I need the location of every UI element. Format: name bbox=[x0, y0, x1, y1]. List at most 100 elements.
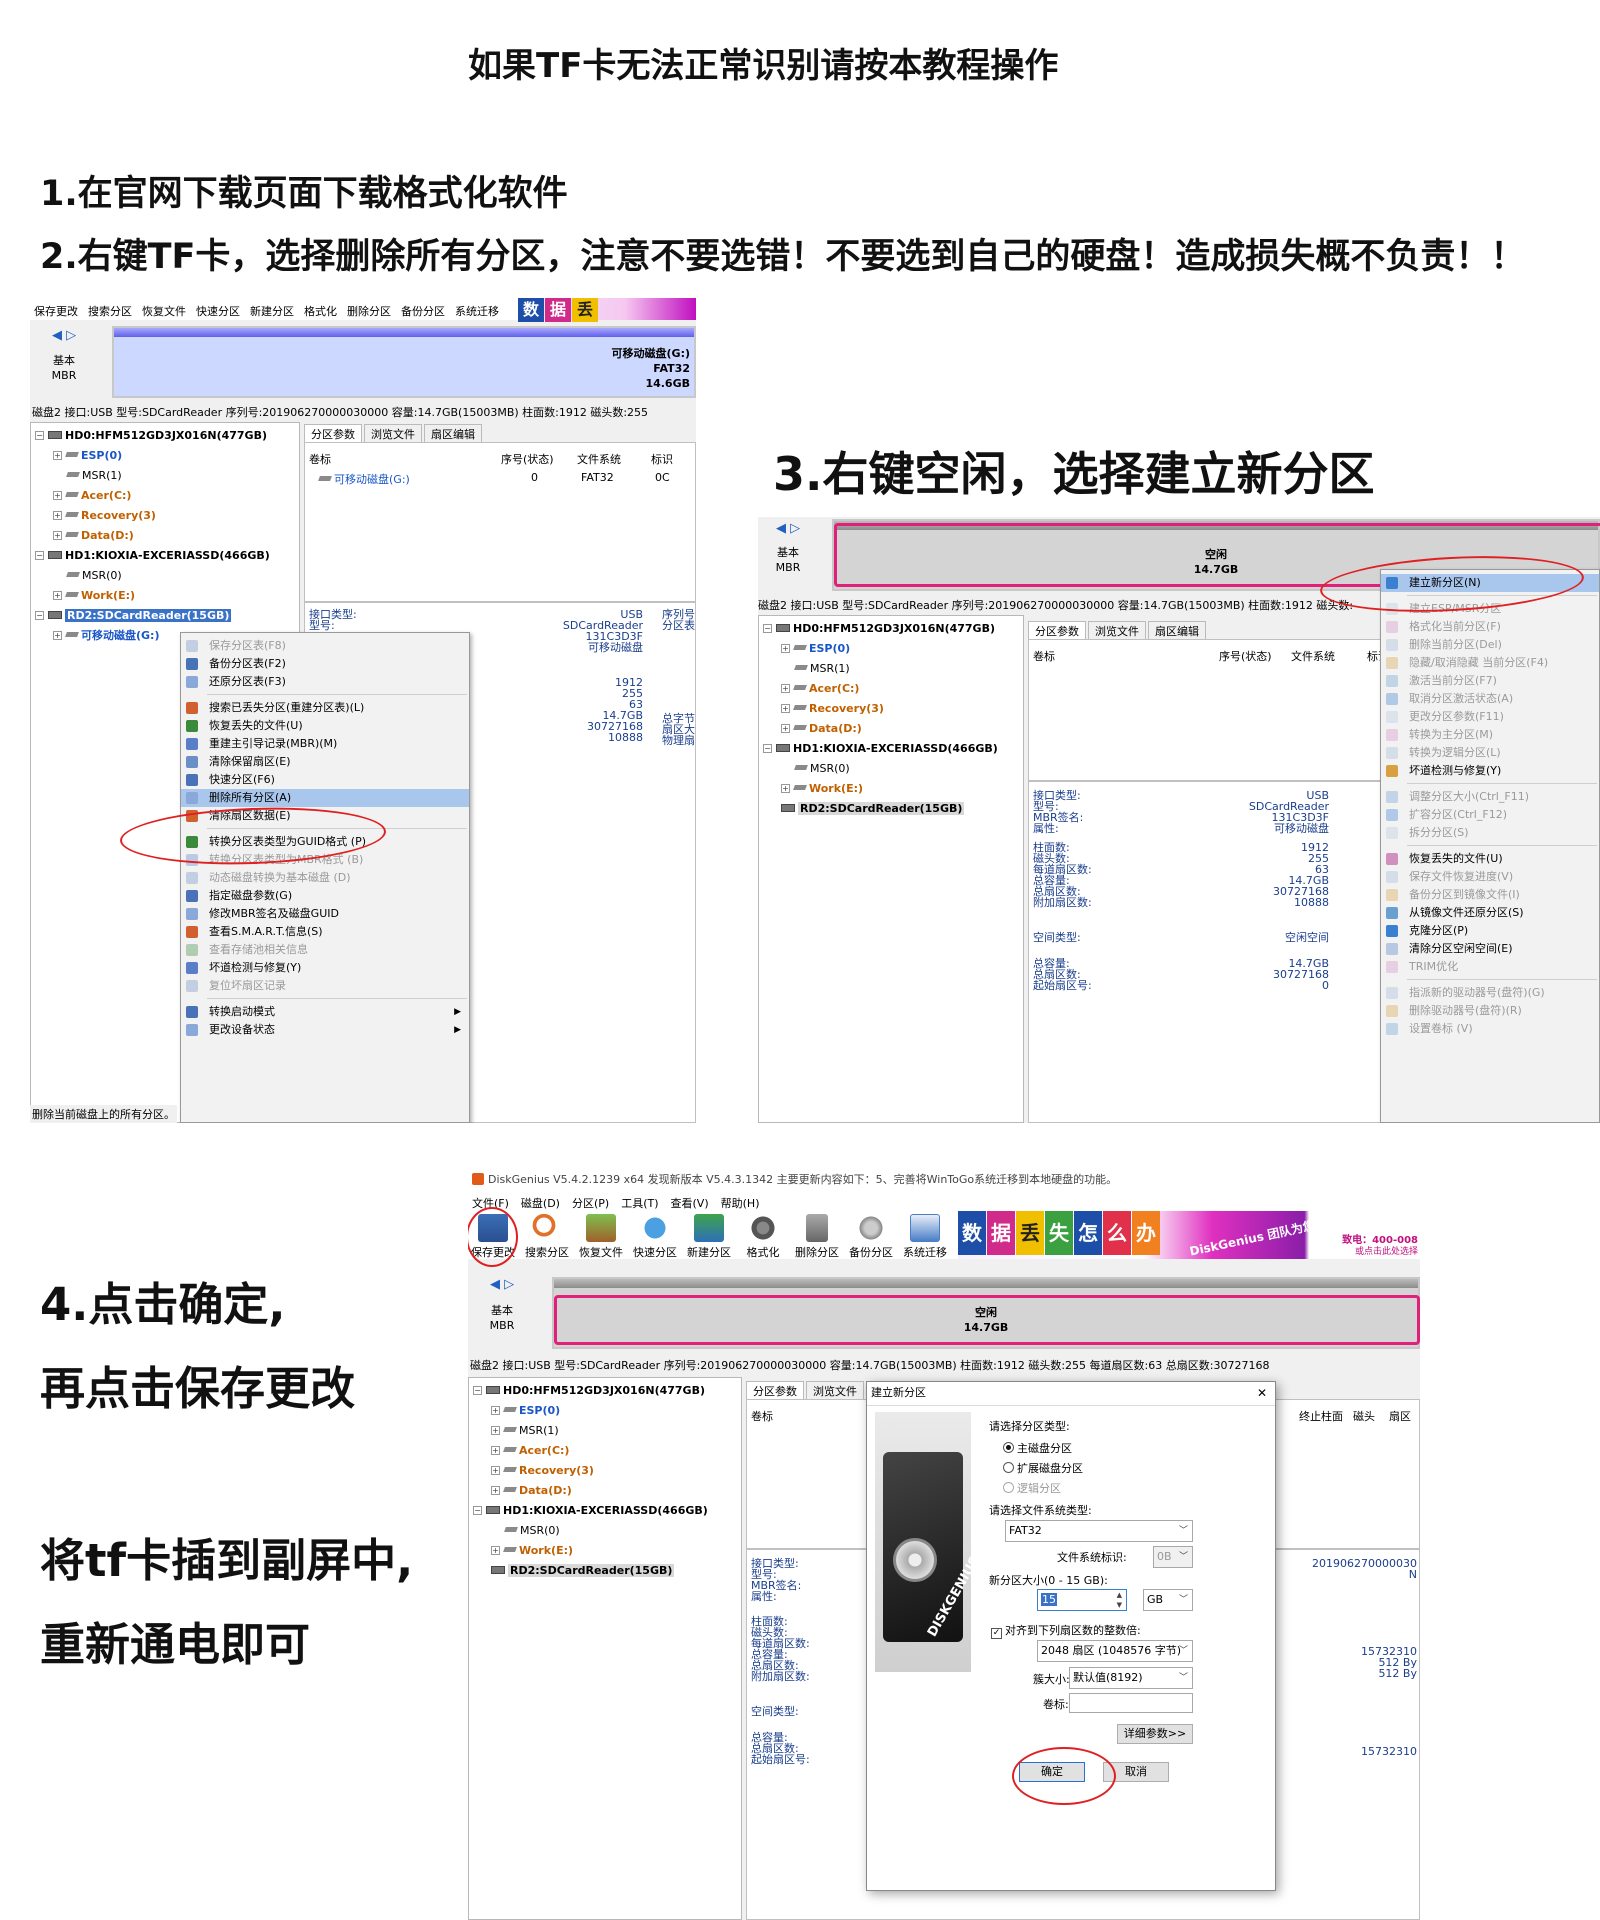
menu-item[interactable]: 重建主引导记录(MBR)(M) bbox=[181, 735, 469, 753]
menu-item[interactable]: 清除分区空闲空间(E) bbox=[1381, 940, 1599, 958]
backup-partition-button[interactable]: 备份分区 bbox=[846, 1211, 896, 1260]
quick-partition-button[interactable]: 快速分区 bbox=[630, 1211, 680, 1260]
menu-item[interactable]: 快速分区(F6) bbox=[181, 771, 469, 789]
cluster-select[interactable]: 默认值(8192) ﹀ bbox=[1069, 1667, 1193, 1689]
radio-extended[interactable]: 扩展磁盘分区 bbox=[1003, 1460, 1083, 1476]
menu-item[interactable]: 坏道检测与修复(Y) bbox=[181, 959, 469, 977]
menu-item[interactable]: 删除驱动器号(盘符)(R) bbox=[1381, 1002, 1599, 1020]
menu-item[interactable]: 扩容分区(Ctrl_F12) bbox=[1381, 806, 1599, 824]
tree-hd0[interactable]: − HD0:HFM512GD3JX016N(477GB) bbox=[473, 1383, 705, 1399]
toolbar-format[interactable]: 格式化 bbox=[304, 303, 337, 319]
menu-item[interactable]: 备份分区到镜像文件(I) bbox=[1381, 886, 1599, 904]
dialog-close-button[interactable]: ✕ bbox=[1257, 1382, 1267, 1404]
tree-msr1[interactable]: MSR(1) bbox=[794, 661, 850, 677]
partition-block-g[interactable]: 可移动磁盘(G:) FAT32 14.6GB bbox=[112, 326, 696, 398]
menu-item[interactable]: 搜索已丢失分区(重建分区表)(L) bbox=[181, 699, 469, 717]
menu-item[interactable]: 保存分区表(F8) bbox=[181, 637, 469, 655]
radio-logical[interactable]: 逻辑分区 bbox=[1003, 1480, 1061, 1496]
menu-item[interactable]: 动态磁盘转换为基本磁盘 (D) bbox=[181, 869, 469, 887]
menu-item[interactable]: 删除当前分区(Del) bbox=[1381, 636, 1599, 654]
menu-item[interactable]: 指定磁盘参数(G) bbox=[181, 887, 469, 905]
system-migrate-button[interactable]: 系统迁移 bbox=[900, 1211, 950, 1260]
tree-msr1[interactable]: + MSR(1) bbox=[491, 1423, 559, 1439]
menu-help[interactable]: 帮助(H) bbox=[721, 1195, 760, 1211]
tree-recovery[interactable]: + Recovery(3) bbox=[53, 508, 156, 524]
tree-rd2[interactable]: − RD2:SDCardReader(15GB) bbox=[35, 608, 232, 624]
menu-item[interactable]: 备份分区表(F2) bbox=[181, 655, 469, 673]
tab-partition-params[interactable]: 分区参数 bbox=[1028, 621, 1086, 640]
tree-hd0[interactable]: − HD0:HFM512GD3JX016N(477GB) bbox=[35, 428, 267, 444]
menu-item[interactable]: 转换启动模式 ▶ bbox=[181, 1003, 469, 1021]
menu-tools[interactable]: 工具(T) bbox=[621, 1195, 658, 1211]
new-partition-button[interactable]: 新建分区 bbox=[684, 1211, 734, 1260]
delete-partition-button[interactable]: 删除分区 bbox=[792, 1211, 842, 1260]
radio-primary[interactable]: 主磁盘分区 bbox=[1003, 1440, 1072, 1456]
tree-acer[interactable]: + Acer(C:) bbox=[781, 681, 859, 697]
toolbar-backup[interactable]: 备份分区 bbox=[401, 303, 445, 319]
menu-item[interactable]: TRIM优化 bbox=[1381, 958, 1599, 976]
nav-arrows-icon[interactable]: ◀ ▷ bbox=[776, 521, 800, 536]
menu-item[interactable]: 删除所有分区(A) bbox=[181, 789, 469, 807]
toolbar-new-partition[interactable]: 新建分区 bbox=[250, 303, 294, 319]
tab-partition-params[interactable]: 分区参数 bbox=[304, 424, 362, 443]
menu-item[interactable]: 拆分分区(S) bbox=[1381, 824, 1599, 842]
tab-browse-files[interactable]: 浏览文件 bbox=[1088, 621, 1146, 640]
menu-item[interactable]: 清除保留扇区(E) bbox=[181, 753, 469, 771]
tab-partition-params[interactable]: 分区参数 bbox=[746, 1381, 804, 1400]
menu-item[interactable]: 设置卷标 (V) bbox=[1381, 1020, 1599, 1038]
toolbar-recover[interactable]: 恢复文件 bbox=[142, 303, 186, 319]
tree-msr0[interactable]: MSR(0) bbox=[504, 1523, 560, 1539]
recover-files-button[interactable]: 恢复文件 bbox=[576, 1211, 626, 1260]
menu-item[interactable]: 还原分区表(F3) bbox=[181, 673, 469, 691]
size-input[interactable]: 15 ▲ ▼ bbox=[1037, 1589, 1127, 1611]
tree-hd1[interactable]: − HD1:KIOXIA-EXCERIASSD(466GB) bbox=[763, 741, 998, 757]
tree-recovery[interactable]: + Recovery(3) bbox=[781, 701, 884, 717]
menu-item[interactable]: 恢复丢失的文件(U) bbox=[1381, 850, 1599, 868]
toolbar-delete-partition[interactable]: 删除分区 bbox=[347, 303, 391, 319]
toolbar-migrate[interactable]: 系统迁移 bbox=[455, 303, 499, 319]
fs-type-select[interactable]: FAT32 ﹀ bbox=[1005, 1520, 1193, 1542]
menu-item[interactable]: 调整分区大小(Ctrl_F11) bbox=[1381, 788, 1599, 806]
toolbar-search[interactable]: 搜索分区 bbox=[88, 303, 132, 319]
tree-recovery[interactable]: + Recovery(3) bbox=[491, 1463, 594, 1479]
menu-item[interactable]: 更改分区参数(F11) bbox=[1381, 708, 1599, 726]
menu-view[interactable]: 查看(V) bbox=[671, 1195, 709, 1211]
menu-partition[interactable]: 分区(P) bbox=[572, 1195, 609, 1211]
tab-browse-files[interactable]: 浏览文件 bbox=[364, 424, 422, 443]
align-select[interactable]: 2048 扇区 (1048576 字节) ﹀ bbox=[1037, 1640, 1193, 1662]
menu-item[interactable]: 取消分区激活状态(A) bbox=[1381, 690, 1599, 708]
tree-hd1[interactable]: − HD1:KIOXIA-EXCERIASSD(466GB) bbox=[473, 1503, 708, 1519]
details-button[interactable]: 详细参数>> bbox=[1117, 1724, 1193, 1744]
tree-msr0[interactable]: MSR(0) bbox=[66, 568, 122, 584]
nav-arrows-icon[interactable]: ◀ ▷ bbox=[490, 1277, 514, 1292]
menu-item[interactable]: 保存文件恢复进度(V) bbox=[1381, 868, 1599, 886]
ad-banner[interactable]: 数据丢 bbox=[518, 298, 696, 322]
toolbar-save[interactable]: 保存更改 bbox=[34, 303, 78, 319]
tree-msr0[interactable]: MSR(0) bbox=[794, 761, 850, 777]
tree-esp[interactable]: + ESP(0) bbox=[491, 1403, 560, 1419]
row-label[interactable]: 可移动磁盘(G:) bbox=[318, 471, 410, 487]
nav-arrows-icon[interactable]: ◀ ▷ bbox=[52, 328, 76, 343]
tab-sector-edit[interactable]: 扇区编辑 bbox=[424, 424, 482, 443]
menu-item[interactable]: 查看存储池相关信息 bbox=[181, 941, 469, 959]
menu-disk[interactable]: 磁盘(D) bbox=[521, 1195, 560, 1211]
menu-item[interactable]: 复位坏扇区记录 bbox=[181, 977, 469, 995]
tree-rd2[interactable]: RD2:SDCardReader(15GB) bbox=[491, 1563, 675, 1579]
menu-item[interactable]: 恢复丢失的文件(U) bbox=[181, 717, 469, 735]
tree-data[interactable]: + Data(D:) bbox=[781, 721, 862, 737]
unit-select[interactable]: GB ﹀ bbox=[1143, 1589, 1193, 1611]
fs-id-select[interactable]: 0B ﹀ bbox=[1153, 1546, 1193, 1568]
menu-item[interactable]: 转换为主分区(M) bbox=[1381, 726, 1599, 744]
tree-removable-g[interactable]: + 可移动磁盘(G:) bbox=[53, 628, 159, 644]
volume-input[interactable] bbox=[1069, 1693, 1193, 1713]
menu-item[interactable]: 格式化当前分区(F) bbox=[1381, 618, 1599, 636]
search-partition-button[interactable]: 搜索分区 bbox=[522, 1211, 572, 1260]
menu-item[interactable]: 克隆分区(P) bbox=[1381, 922, 1599, 940]
menu-item[interactable]: 修改MBR签名及磁盘GUID bbox=[181, 905, 469, 923]
stepper-icon[interactable]: ▲ ▼ bbox=[1117, 1590, 1122, 1610]
tab-sector-edit[interactable]: 扇区编辑 bbox=[1148, 621, 1206, 640]
tree-work[interactable]: + Work(E:) bbox=[53, 588, 135, 604]
tree-esp[interactable]: + ESP(0) bbox=[53, 448, 122, 464]
menu-item[interactable]: 指派新的驱动器号(盘符)(G) bbox=[1381, 984, 1599, 1002]
menu-item[interactable]: 查看S.M.A.R.T.信息(S) bbox=[181, 923, 469, 941]
